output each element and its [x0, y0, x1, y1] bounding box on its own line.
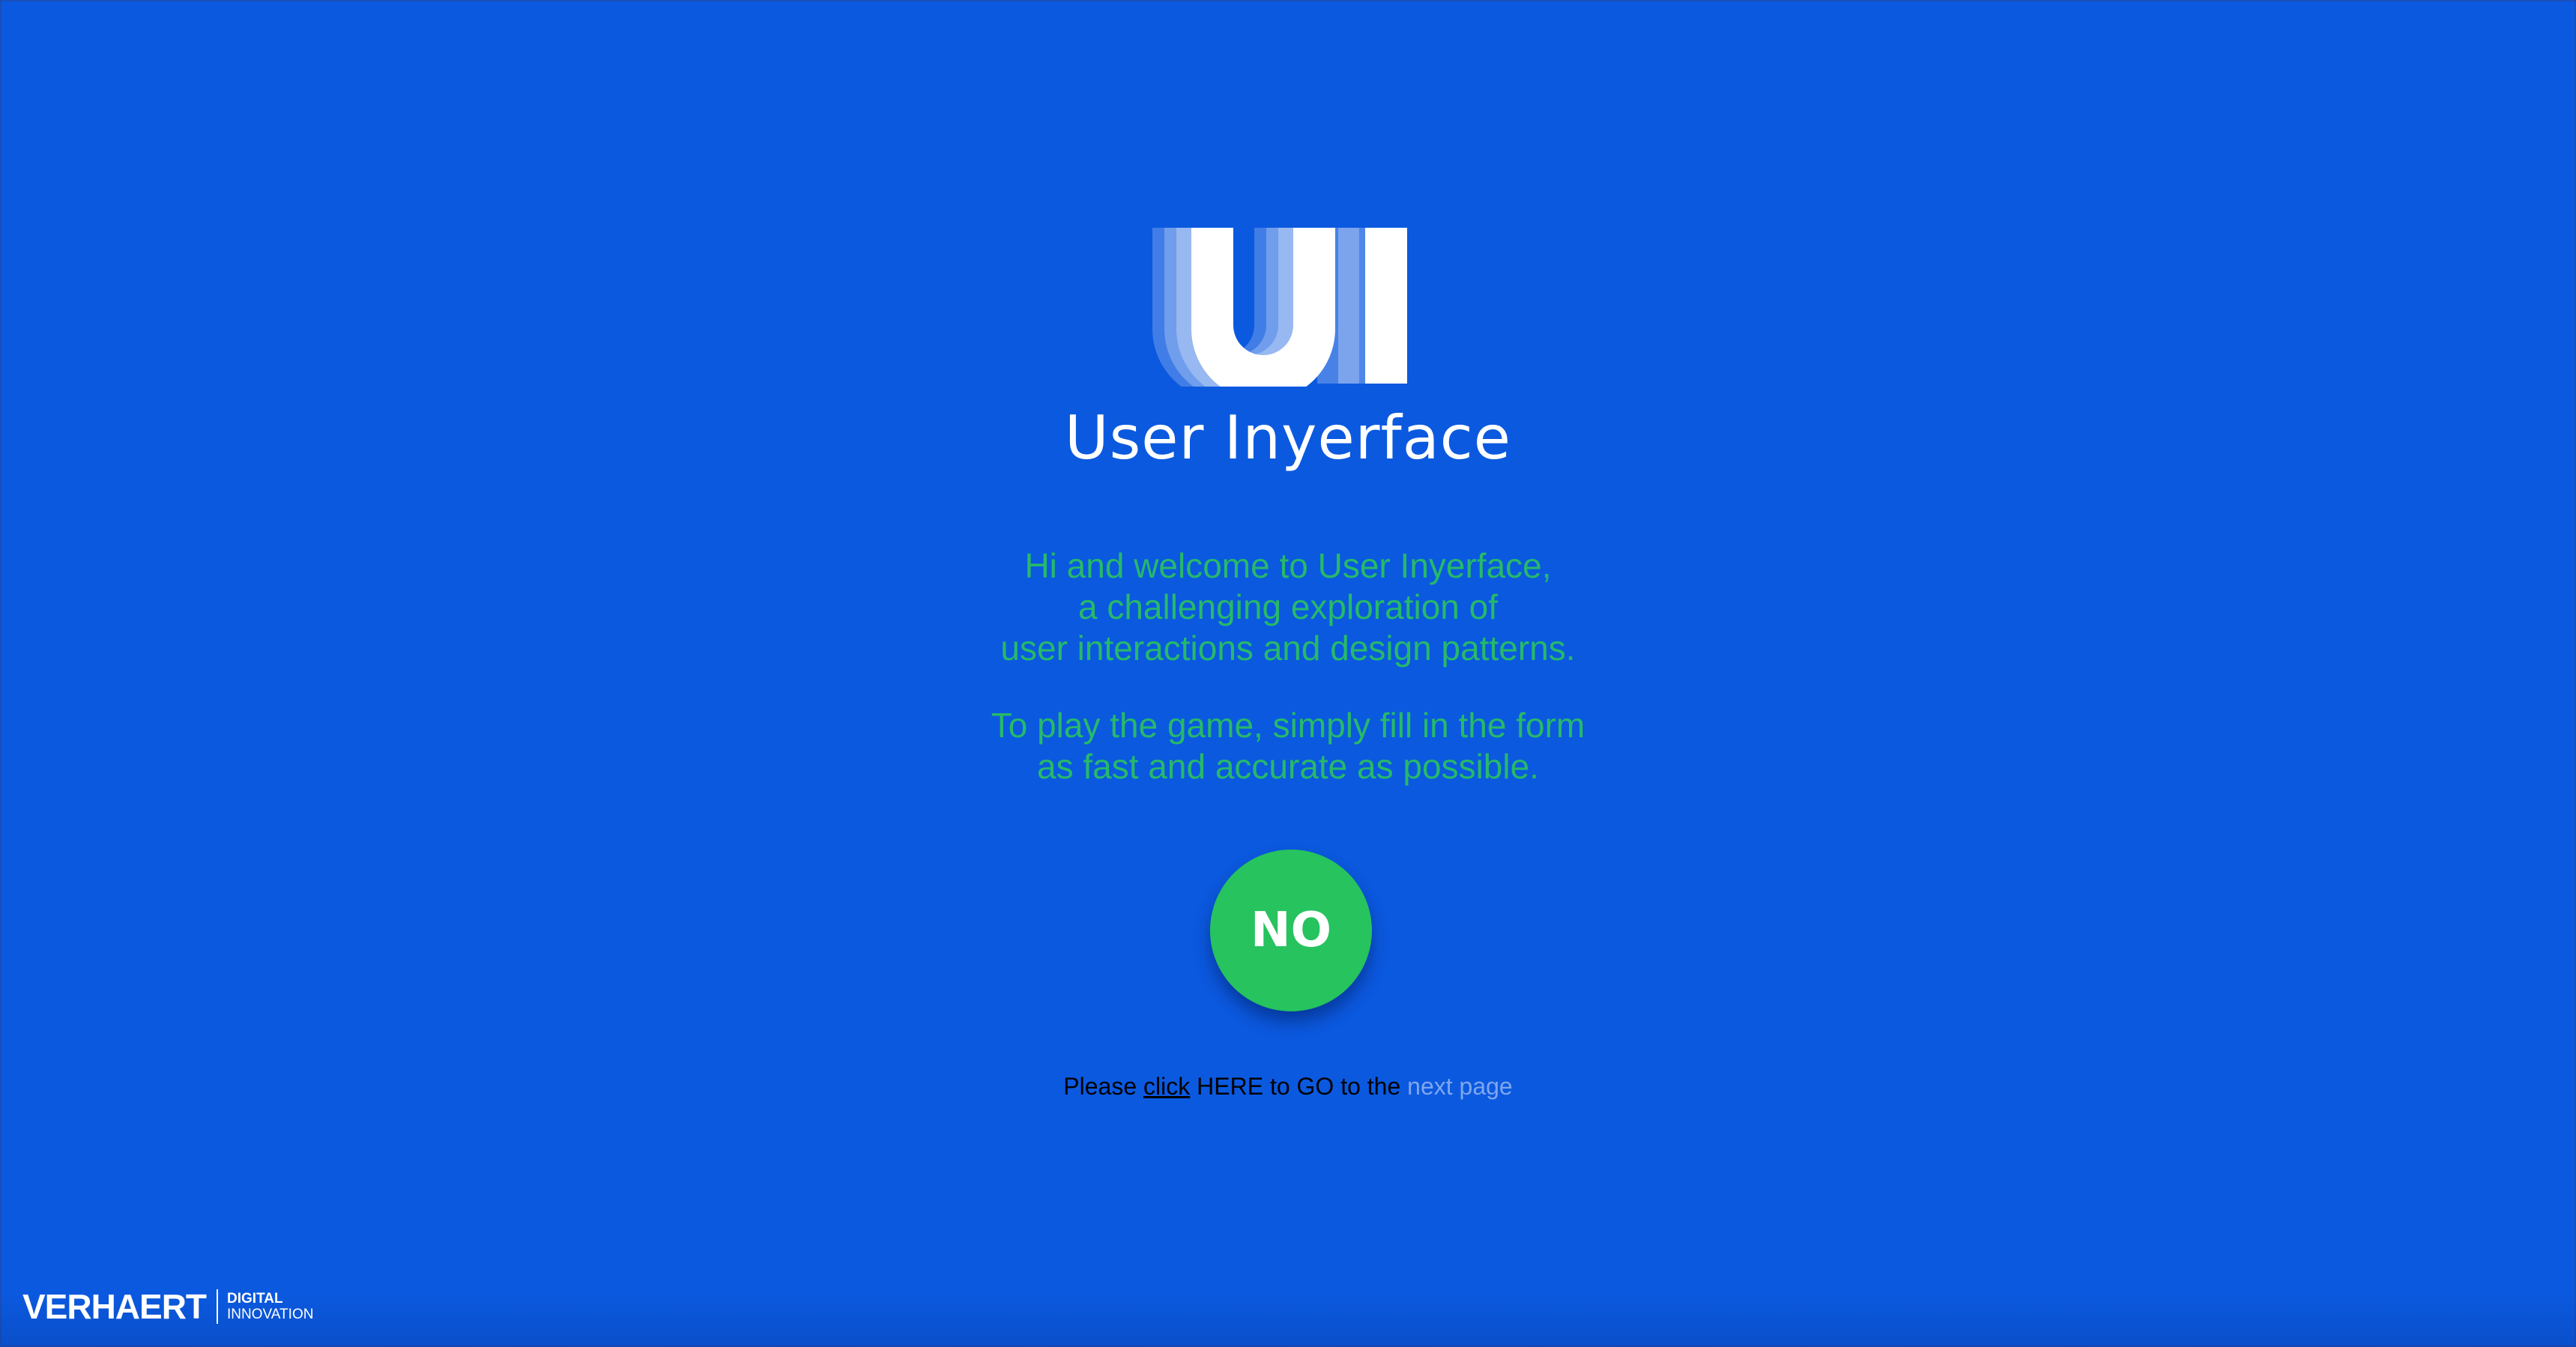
intro-line: as fast and accurate as possible. — [1037, 747, 1539, 786]
intro-paragraph-welcome: Hi and welcome to User Inyerface, a chal… — [0, 545, 2576, 669]
intro-line: a challenging exploration of — [1077, 587, 1499, 626]
next-page-text[interactable]: next page — [1407, 1073, 1513, 1100]
no-button[interactable]: NO — [1210, 850, 1372, 1011]
bottom-shade — [0, 1295, 2576, 1347]
click-link[interactable]: click — [1143, 1073, 1190, 1100]
brand-line-digital: DIGITAL — [227, 1291, 283, 1307]
nav-prefix: Please — [1063, 1073, 1144, 1100]
intro-line: user interactions and design patterns. — [1000, 629, 1576, 668]
brand-line-innovation: INNOVATION — [227, 1307, 314, 1322]
intro-paragraph-instructions: To play the game, simply fill in the for… — [0, 705, 2576, 787]
intro-line: To play the game, simply fill in the for… — [991, 706, 1585, 745]
nav-middle: HERE to GO to the — [1190, 1073, 1408, 1100]
brand-subtitle: DIGITAL INNOVATION — [227, 1291, 313, 1322]
logo-front-letters — [1191, 228, 1407, 387]
brand-name: VERHAERT — [22, 1287, 207, 1326]
brand-divider — [217, 1289, 219, 1324]
app-title: User Inyerface — [1065, 403, 1511, 473]
intro-line: Hi and welcome to User Inyerface, — [1024, 546, 1552, 585]
ui-logo-icon — [1152, 228, 1407, 387]
next-page-instruction: Please click HERE to GO to the next page — [0, 1071, 2576, 1101]
verhaert-logo: VERHAERT DIGITAL INNOVATION — [22, 1286, 313, 1328]
page-frame — [0, 0, 2576, 1347]
